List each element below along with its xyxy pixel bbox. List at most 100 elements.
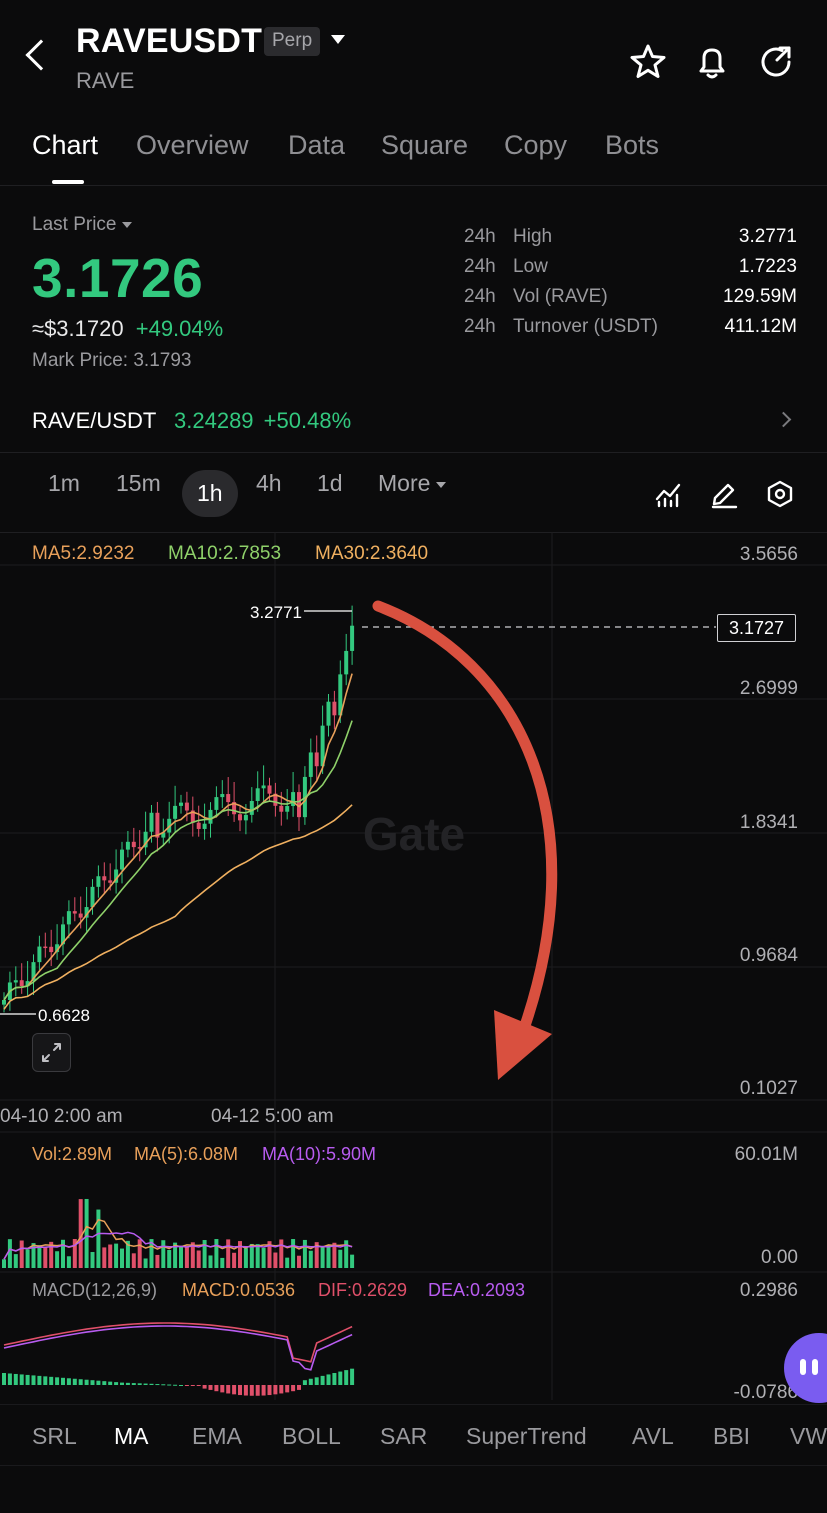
price-chart[interactable]: Gate 3.2771 0.6628 [0,532,827,1404]
timeframe-more[interactable]: More [378,470,447,497]
macd-bar [320,1375,325,1385]
volume-bar [226,1239,231,1268]
macd-bar [350,1368,355,1385]
volume-axis-label: 0.00 [761,1247,798,1268]
macd-bar [308,1378,313,1385]
macd-value: MACD:0.0536 [182,1280,296,1300]
timeframe-1d[interactable]: 1d [317,470,343,497]
last-price-selector[interactable]: Last Price [32,214,133,236]
volume-bar [179,1245,183,1268]
stat-value: 1.7223 [738,256,797,277]
macd-bar [7,1373,12,1385]
volume-bar [232,1252,237,1268]
stat-value: 129.59M [723,286,797,307]
macd-bar [84,1379,89,1385]
macd-dif-line [3,1322,353,1363]
indicator-vw[interactable]: VW [790,1423,827,1450]
volume-bar [285,1257,290,1268]
timeframe-15m[interactable]: 15m [116,470,161,497]
timeframe-1h[interactable]: 1h [182,470,238,517]
macd-bar [72,1378,77,1385]
indicator-icon[interactable] [654,479,684,509]
chevron-right-icon[interactable] [775,411,792,428]
spot-pair-row[interactable]: RAVE/USDT 3.24289 +50.48% [32,408,351,434]
macd-axis-label: 0.2986 [739,1280,798,1301]
indicator-srl[interactable]: SRL [32,1423,77,1450]
macd-dea-line [3,1325,353,1371]
ma5-legend: MA5:2.9232 [32,543,135,564]
candle-body [96,876,101,887]
volume-bar [214,1239,219,1268]
volume-bar [90,1252,95,1268]
macd-bar [96,1380,101,1385]
volume-bar [184,1246,189,1268]
macd-bar [19,1374,24,1385]
share-icon[interactable] [756,42,796,82]
ma10-legend: MA10:2.7853 [168,543,282,564]
indicator-ema[interactable]: EMA [192,1423,242,1450]
macd-bar [302,1380,307,1385]
last-price-label: Last Price [32,214,117,235]
volume-bar [137,1239,142,1268]
candle-body [249,800,254,815]
symbol-dropdown-icon[interactable] [331,35,345,44]
macd-bar [208,1385,213,1390]
candle-body [125,841,130,850]
settings-hex-icon[interactable] [765,479,795,509]
volume-bar [261,1247,266,1268]
stat-label: High [513,226,553,247]
volume-bar [108,1244,113,1268]
macd-bar [261,1385,266,1396]
volume-bar [161,1240,166,1268]
candle-body [179,802,183,806]
candle-body [72,911,77,914]
fullscreen-button[interactable] [32,1033,71,1072]
indicator-avl[interactable]: AVL [632,1423,674,1450]
tab-data[interactable]: Data [288,130,345,161]
volume-bar [196,1250,201,1268]
pencil-icon[interactable] [709,479,739,509]
symbol-title[interactable]: RAVEUSDT [76,22,262,61]
volume-bar [291,1239,296,1268]
indicator-ma[interactable]: MA [114,1423,149,1450]
tab-copy[interactable]: Copy [504,130,567,161]
candle-body [261,785,266,789]
volume-bar [350,1254,355,1268]
contract-type-badge: Perp [264,27,321,56]
grid [0,532,827,1400]
tab-square[interactable]: Square [381,130,468,161]
candle-body [173,805,178,819]
tab-bots[interactable]: Bots [605,130,659,161]
volume-bar [66,1256,71,1268]
volume-bar [297,1255,301,1268]
volume-bar [249,1243,254,1268]
volume-bar [279,1239,284,1268]
indicator-tabs: SRL MA EMA BOLL SAR SuperTrend AVL BBI V… [0,1404,827,1466]
candle-body [2,999,6,1005]
back-arrow-icon[interactable] [25,39,57,71]
tab-chart[interactable]: Chart [32,130,98,161]
tab-overview[interactable]: Overview [136,130,249,161]
gate-watermark: Gate [363,808,465,860]
stat-value: 3.2771 [738,226,797,247]
macd-bar [55,1377,60,1385]
macd-bar [49,1376,54,1385]
volume-bar [320,1246,325,1268]
candle-body [267,785,272,794]
indicator-bbi[interactable]: BBI [713,1423,750,1450]
macd-bar [238,1385,242,1396]
indicator-sar[interactable]: SAR [380,1423,427,1450]
indicator-boll[interactable]: BOLL [282,1423,341,1450]
candle-body [220,794,225,798]
indicator-supertrend[interactable]: SuperTrend [466,1423,587,1450]
star-icon[interactable] [628,42,668,82]
bell-icon[interactable] [692,42,732,82]
macd-bar [137,1383,142,1385]
timeframe-1m[interactable]: 1m [48,470,80,497]
macd-bar [344,1370,349,1385]
candle-body [49,946,54,953]
macd-bar [267,1385,272,1396]
macd-bar [184,1385,189,1386]
macd-bar [155,1384,160,1386]
timeframe-4h[interactable]: 4h [256,470,282,497]
